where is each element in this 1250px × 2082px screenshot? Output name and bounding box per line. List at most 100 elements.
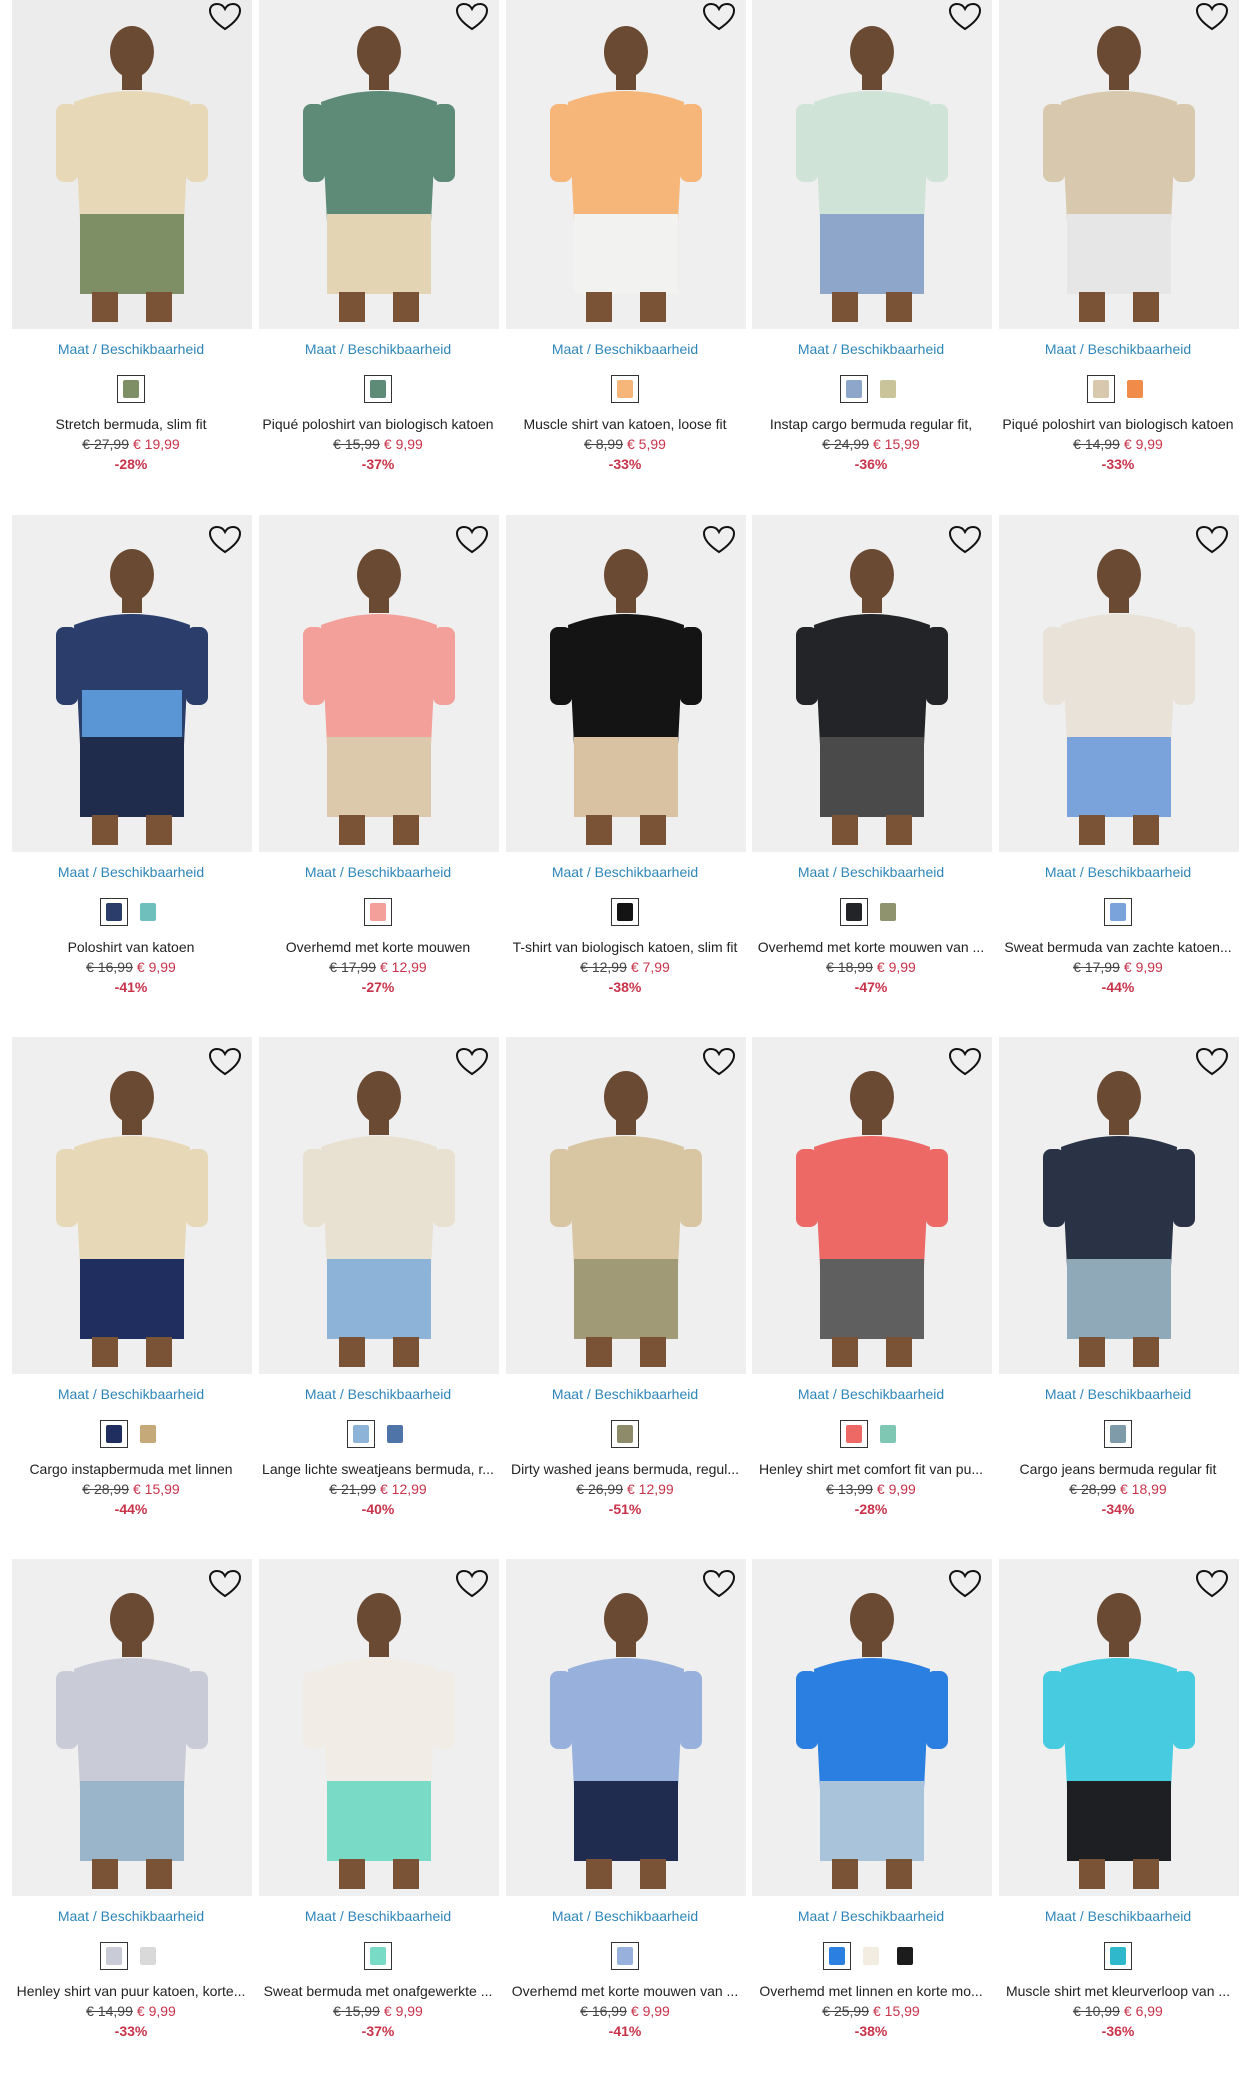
product-card[interactable]: Maat / Beschikbaarheid Lange lichte sweat… (257, 1037, 499, 1537)
color-swatch[interactable] (134, 1420, 162, 1448)
product-name[interactable]: Lange lichte sweatjeans bermuda, r... (257, 1461, 499, 1477)
product-card[interactable]: Maat / Beschikbaarheid Henley shirt van p… (10, 1559, 252, 2059)
color-swatch[interactable] (364, 375, 392, 403)
size-availability-link[interactable]: Maat / Beschikbaarheid (504, 1908, 746, 1924)
color-swatch[interactable] (1104, 1420, 1132, 1448)
product-image[interactable] (506, 515, 746, 852)
product-card[interactable]: Maat / Beschikbaarheid Stretch bermuda, s… (10, 0, 252, 492)
wishlist-heart-icon[interactable] (1195, 2, 1229, 32)
product-name[interactable]: Henley shirt met comfort fit van pu... (750, 1461, 992, 1477)
wishlist-heart-icon[interactable] (702, 2, 736, 32)
product-image[interactable] (259, 1559, 499, 1896)
color-swatch[interactable] (840, 1420, 868, 1448)
product-card[interactable]: Maat / Beschikbaarheid Piqué poloshirt va… (997, 0, 1239, 492)
product-image[interactable] (259, 0, 499, 329)
product-name[interactable]: Cargo instapbermuda met linnen (10, 1461, 252, 1477)
wishlist-heart-icon[interactable] (702, 525, 736, 555)
product-image[interactable] (259, 1037, 499, 1374)
product-image[interactable] (12, 0, 252, 329)
wishlist-heart-icon[interactable] (455, 1047, 489, 1077)
color-swatch[interactable] (840, 898, 868, 926)
product-card[interactable]: Maat / Beschikbaarheid Cargo instapbermud… (10, 1037, 252, 1537)
color-swatch[interactable] (1104, 1942, 1132, 1970)
color-swatch[interactable] (134, 1942, 162, 1970)
product-card[interactable]: Maat / Beschikbaarheid Overhemd met linne… (750, 1559, 992, 2059)
product-name[interactable]: Sweat bermuda van zachte katoen... (997, 939, 1239, 955)
product-image[interactable] (999, 0, 1239, 329)
product-name[interactable]: Stretch bermuda, slim fit (10, 416, 252, 432)
wishlist-heart-icon[interactable] (455, 525, 489, 555)
wishlist-heart-icon[interactable] (948, 525, 982, 555)
size-availability-link[interactable]: Maat / Beschikbaarheid (504, 341, 746, 357)
product-card[interactable]: Maat / Beschikbaarheid Dirty washed jeans… (504, 1037, 746, 1537)
product-name[interactable]: Sweat bermuda met onafgewerkte ... (257, 1983, 499, 1999)
wishlist-heart-icon[interactable] (948, 1569, 982, 1599)
wishlist-heart-icon[interactable] (702, 1047, 736, 1077)
product-card[interactable]: Maat / Beschikbaarheid Overhemd met korte… (504, 1559, 746, 2059)
product-image[interactable] (506, 0, 746, 329)
size-availability-link[interactable]: Maat / Beschikbaarheid (257, 341, 499, 357)
wishlist-heart-icon[interactable] (208, 1569, 242, 1599)
product-name[interactable]: Cargo jeans bermuda regular fit (997, 1461, 1239, 1477)
color-swatch[interactable] (874, 375, 902, 403)
product-image[interactable] (752, 0, 992, 329)
size-availability-link[interactable]: Maat / Beschikbaarheid (504, 1386, 746, 1402)
product-card[interactable]: Maat / Beschikbaarheid Piqué poloshirt va… (257, 0, 499, 492)
color-swatch[interactable] (134, 898, 162, 926)
wishlist-heart-icon[interactable] (948, 1047, 982, 1077)
color-swatch[interactable] (364, 1942, 392, 1970)
product-name[interactable]: Muscle shirt van katoen, loose fit (504, 416, 746, 432)
product-name[interactable]: Poloshirt van katoen (10, 939, 252, 955)
wishlist-heart-icon[interactable] (1195, 1569, 1229, 1599)
color-swatch[interactable] (100, 1942, 128, 1970)
color-swatch[interactable] (117, 375, 145, 403)
product-image[interactable] (752, 1037, 992, 1374)
size-availability-link[interactable]: Maat / Beschikbaarheid (750, 341, 992, 357)
color-swatch[interactable] (364, 898, 392, 926)
size-availability-link[interactable]: Maat / Beschikbaarheid (750, 1386, 992, 1402)
product-card[interactable]: Maat / Beschikbaarheid Cargo jeans bermud… (997, 1037, 1239, 1537)
color-swatch[interactable] (611, 375, 639, 403)
product-card[interactable]: Maat / Beschikbaarheid Overhemd met korte… (750, 515, 992, 1015)
color-swatch[interactable] (1121, 375, 1149, 403)
product-card[interactable]: Maat / Beschikbaarheid Muscle shirt van k… (504, 0, 746, 492)
color-swatch[interactable] (611, 1942, 639, 1970)
size-availability-link[interactable]: Maat / Beschikbaarheid (750, 1908, 992, 1924)
size-availability-link[interactable]: Maat / Beschikbaarheid (504, 864, 746, 880)
color-swatch[interactable] (347, 1420, 375, 1448)
product-card[interactable]: Maat / Beschikbaarheid Sweat bermuda van … (997, 515, 1239, 1015)
size-availability-link[interactable]: Maat / Beschikbaarheid (10, 341, 252, 357)
color-swatch[interactable] (823, 1942, 851, 1970)
wishlist-heart-icon[interactable] (455, 1569, 489, 1599)
product-name[interactable]: Instap cargo bermuda regular fit, (750, 416, 992, 432)
product-card[interactable]: Maat / Beschikbaarheid Sweat bermuda met … (257, 1559, 499, 2059)
color-swatch[interactable] (840, 375, 868, 403)
wishlist-heart-icon[interactable] (208, 2, 242, 32)
product-image[interactable] (506, 1037, 746, 1374)
product-image[interactable] (12, 1037, 252, 1374)
product-card[interactable]: Maat / Beschikbaarheid Poloshirt van kato… (10, 515, 252, 1015)
color-swatch[interactable] (100, 898, 128, 926)
size-availability-link[interactable]: Maat / Beschikbaarheid (997, 341, 1239, 357)
product-name[interactable]: Overhemd met korte mouwen (257, 939, 499, 955)
size-availability-link[interactable]: Maat / Beschikbaarheid (10, 864, 252, 880)
product-name[interactable]: T-shirt van biologisch katoen, slim fit (504, 939, 746, 955)
size-availability-link[interactable]: Maat / Beschikbaarheid (10, 1386, 252, 1402)
product-card[interactable]: Maat / Beschikbaarheid Muscle shirt met k… (997, 1559, 1239, 2059)
size-availability-link[interactable]: Maat / Beschikbaarheid (997, 1908, 1239, 1924)
product-card[interactable]: Maat / Beschikbaarheid Henley shirt met c… (750, 1037, 992, 1537)
color-swatch[interactable] (381, 1420, 409, 1448)
color-swatch[interactable] (611, 898, 639, 926)
product-name[interactable]: Overhemd met korte mouwen van ... (504, 1983, 746, 1999)
color-swatch[interactable] (1087, 375, 1115, 403)
product-image[interactable] (999, 1037, 1239, 1374)
product-card[interactable]: Maat / Beschikbaarheid T-shirt van biolog… (504, 515, 746, 1015)
product-card[interactable]: Maat / Beschikbaarheid Overhemd met korte… (257, 515, 499, 1015)
product-image[interactable] (506, 1559, 746, 1896)
product-image[interactable] (999, 1559, 1239, 1896)
product-card[interactable]: Maat / Beschikbaarheid Instap cargo bermu… (750, 0, 992, 492)
size-availability-link[interactable]: Maat / Beschikbaarheid (997, 864, 1239, 880)
product-name[interactable]: Piqué poloshirt van biologisch katoen (997, 416, 1239, 432)
product-image[interactable] (12, 515, 252, 852)
product-image[interactable] (999, 515, 1239, 852)
